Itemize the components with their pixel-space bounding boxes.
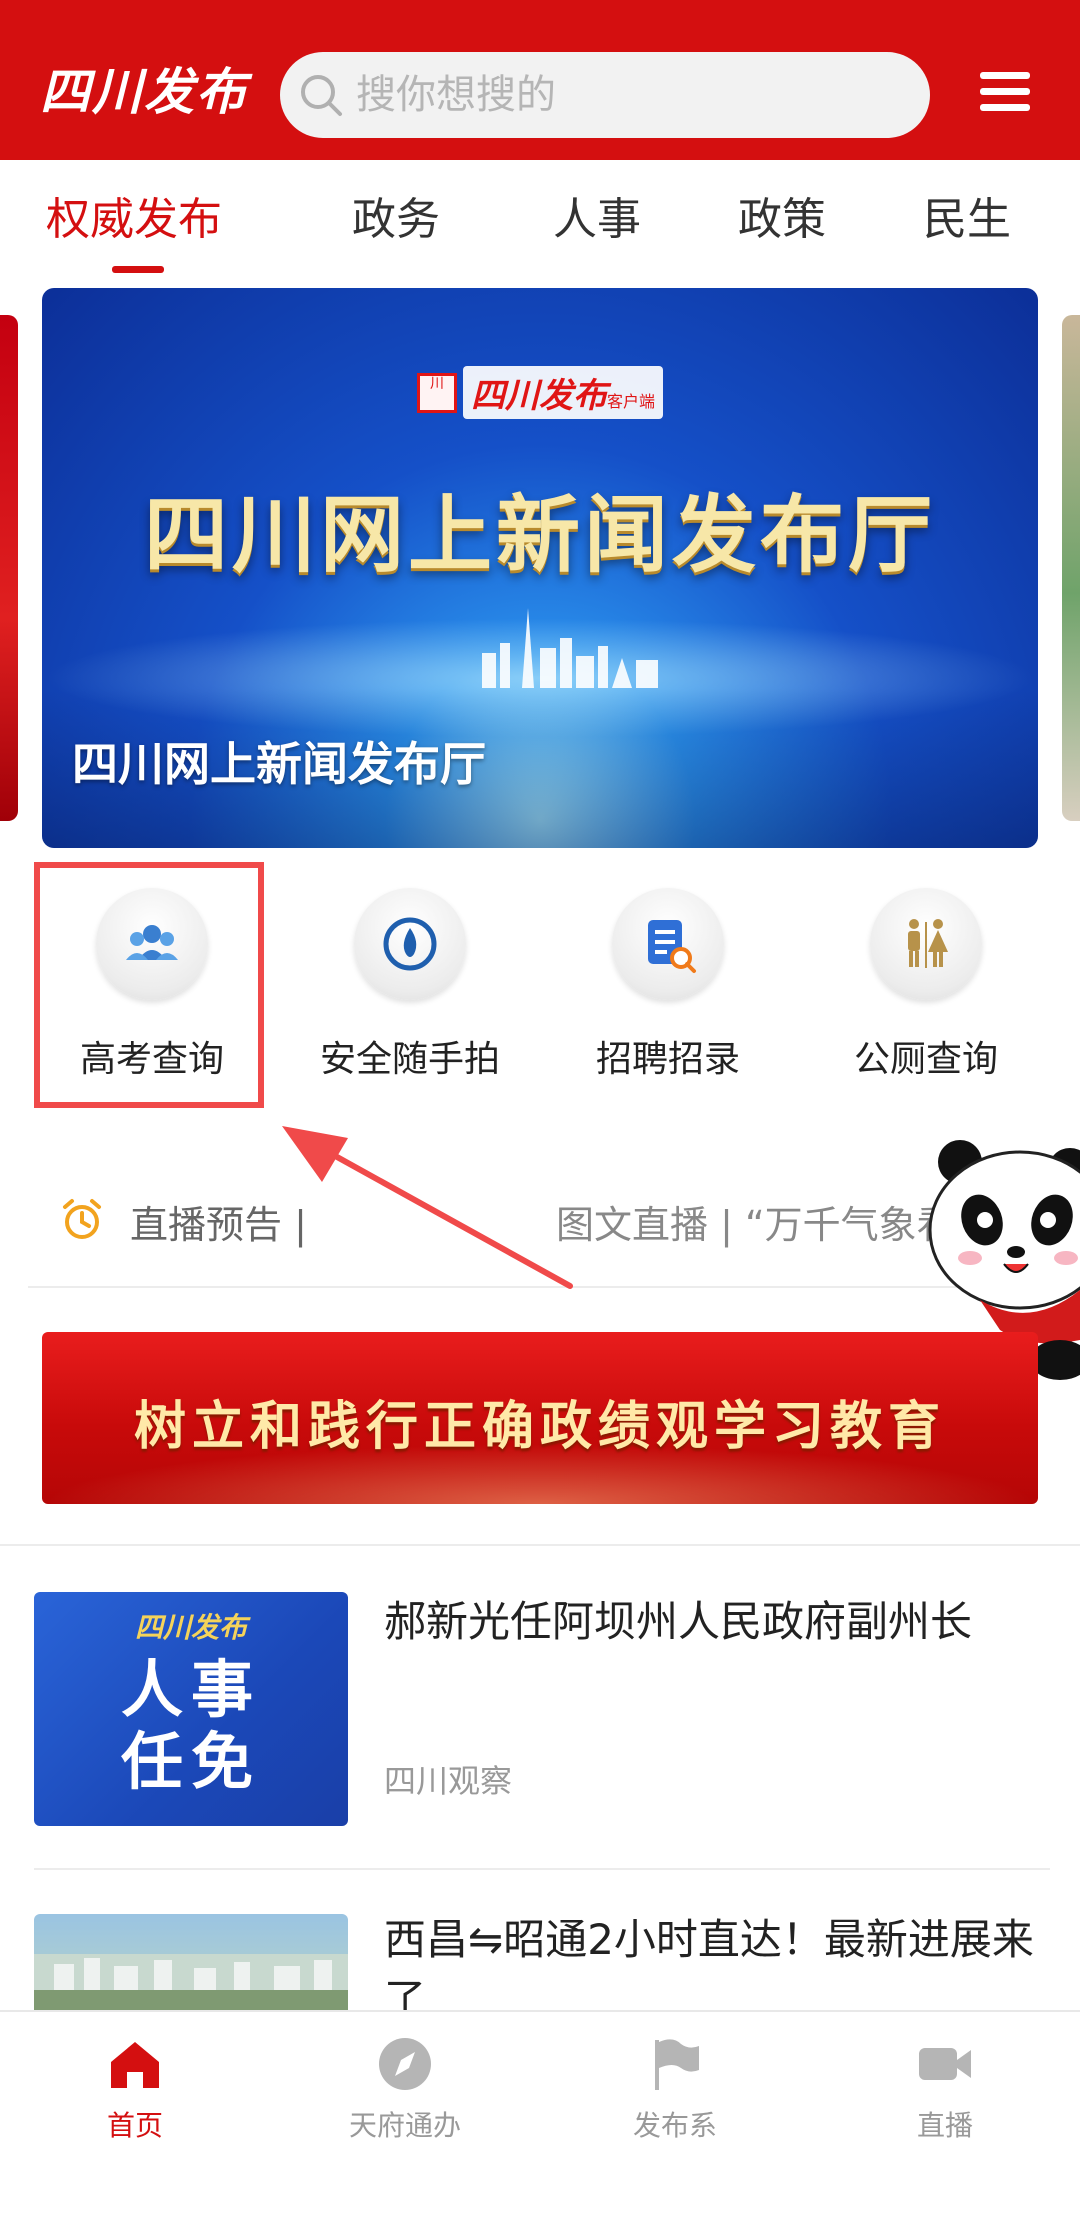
divider	[0, 1544, 1080, 1546]
divider	[34, 1868, 1050, 1870]
news-title: 西昌⇋昭通2小时直达！最新进展来了	[384, 1915, 1034, 2010]
news-item[interactable]: 西昌⇋昭通2小时直达！最新进展来了	[0, 1910, 1080, 2010]
news-title: 郝新光任阿坝州人民政府副州长	[384, 1597, 973, 1646]
banner-caption: 四川网上新闻发布厅	[72, 737, 486, 791]
search-icon	[301, 75, 342, 116]
home-icon	[111, 2042, 159, 2088]
tab-livelihood[interactable]: 民生	[923, 190, 1011, 250]
nav-tianfu[interactable]: 天府通办	[305, 2034, 505, 2144]
nav-label: 发布系	[632, 2109, 717, 2142]
banner-brand: 四川发布客户端	[462, 366, 663, 419]
carousel-next-slide[interactable]	[1062, 315, 1080, 821]
thumbnail-text: 人事 任免	[120, 1653, 261, 1798]
flag-icon	[655, 2039, 699, 2090]
carousel-banner[interactable]: 川四川发布客户端 四川网上新闻发布厅 四川网上新闻发布厅	[42, 288, 1038, 848]
service-recruitment[interactable]: 招聘招录	[548, 888, 788, 1082]
news-source: 四川观察	[384, 1762, 513, 1800]
app-header: 四川发布	[0, 0, 1080, 160]
promo-banner[interactable]: 树立和践行正确政绩观学习教育	[42, 1332, 1038, 1504]
news-item[interactable]: 四川发布 人事 任免 郝新光任阿坝州人民政府副州长 四川观察	[0, 1592, 1080, 1842]
tab-policy[interactable]: 政策	[738, 190, 826, 250]
search-bar[interactable]	[280, 52, 930, 138]
menu-icon[interactable]	[980, 72, 1030, 116]
nav-label: 首页	[106, 2109, 163, 2142]
cityscape-icon	[34, 1954, 348, 2010]
news-thumbnail	[34, 1914, 348, 2010]
promo-text: 树立和践行正确政绩观学习教育	[133, 1396, 946, 1457]
active-tab-indicator	[112, 266, 164, 273]
service-label: 招聘招录	[595, 1039, 740, 1080]
tab-personnel[interactable]: 人事	[553, 190, 641, 250]
service-safety-snapshot[interactable]: 安全随手拍	[290, 888, 530, 1082]
nav-release-system[interactable]: 发布系	[575, 2034, 775, 2144]
news-thumbnail: 四川发布 人事 任免	[34, 1592, 348, 1826]
live-preview-text[interactable]: 图文直播 | “万千气象看	[556, 1194, 955, 1249]
nav-label: 天府通办	[348, 2109, 461, 2142]
nav-live[interactable]: 直播	[845, 2034, 1045, 2144]
flame-icon	[383, 917, 437, 971]
service-icon-circle	[354, 888, 466, 1000]
banner-logo: 川四川发布客户端	[42, 366, 1038, 419]
document-search-icon	[648, 920, 696, 973]
annotation-arrow-icon	[282, 1126, 573, 1289]
service-icon-circle	[870, 888, 982, 1000]
annotation-highlight-box	[34, 862, 264, 1108]
restroom-icon	[908, 919, 948, 968]
service-label: 安全随手拍	[319, 1039, 500, 1080]
carousel-prev-slide[interactable]	[0, 315, 18, 821]
service-icon-circle	[612, 888, 724, 1000]
category-tabs: 权威发布 政务 人事 政策 民生	[0, 160, 1080, 280]
app-logo: 四川发布	[40, 62, 248, 121]
thumbnail-brand: 四川发布	[134, 1611, 247, 1644]
skyline-icon	[482, 608, 658, 688]
banner-headline: 四川网上新闻发布厅	[143, 486, 936, 584]
service-restroom-query[interactable]: 公厕查询	[806, 888, 1046, 1082]
service-label: 公厕查询	[853, 1039, 998, 1080]
tab-authority[interactable]: 权威发布	[46, 190, 222, 250]
seal-icon: 川	[416, 372, 457, 413]
compass-icon	[379, 2038, 431, 2090]
nav-label: 直播	[916, 2109, 973, 2142]
nav-home[interactable]: 首页	[35, 2034, 235, 2144]
video-icon	[919, 2048, 971, 2080]
bottom-navigation: 首页 天府通办 发布系 直播	[0, 2010, 1080, 2218]
search-input[interactable]	[356, 52, 896, 138]
alarm-clock-icon	[63, 1199, 101, 1239]
tab-government[interactable]: 政务	[352, 190, 440, 250]
